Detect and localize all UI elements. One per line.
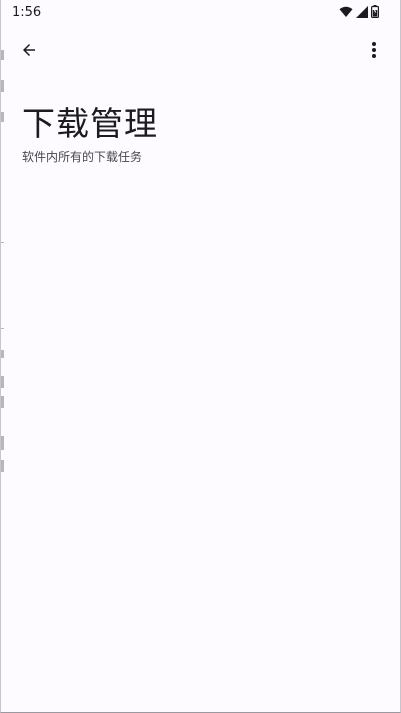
wifi-icon [339,3,353,22]
page-title: 下载管理 [22,104,158,143]
battery-icon [371,3,380,22]
status-bar: 1:56 [1,0,400,26]
status-icons [339,3,380,22]
more-vert-icon [371,41,377,63]
cell-signal-icon [356,3,368,22]
back-button[interactable] [13,36,45,68]
arrow-back-icon [20,41,38,63]
page-subtitle: 软件内所有的下载任务 [22,150,143,164]
status-time: 1:56 [12,5,42,20]
download-manager-screen: 1:56 下载管理 软件内所有的下载任务 [0,0,401,713]
top-app-bar [1,32,400,72]
background-edge-marks [1,40,4,480]
more-options-button[interactable] [360,36,388,68]
